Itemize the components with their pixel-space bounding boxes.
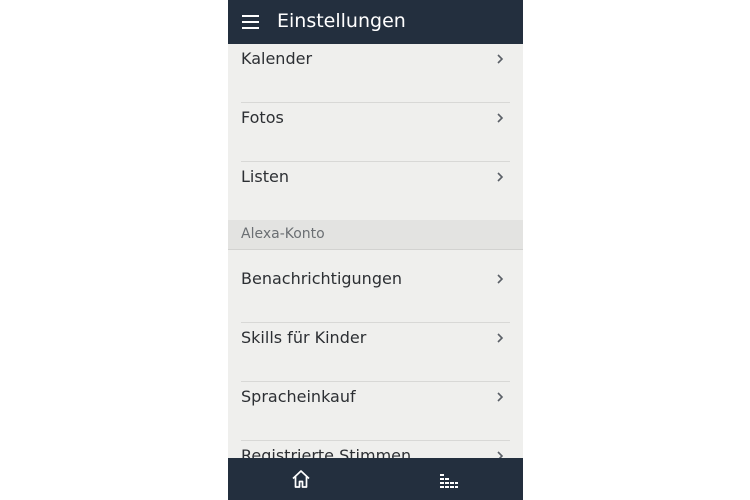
- chevron-right-icon: [497, 451, 504, 458]
- settings-item-kalender[interactable]: Kalender: [228, 44, 523, 103]
- tab-home[interactable]: [286, 466, 316, 492]
- settings-item-spracheinkauf[interactable]: Spracheinkauf: [228, 382, 523, 441]
- hamburger-menu-icon[interactable]: [242, 15, 259, 29]
- settings-item-label: Listen: [241, 167, 289, 186]
- settings-list[interactable]: Kalender Fotos Listen Alexa-Konto Benach…: [228, 44, 523, 458]
- settings-item-registrierte-stimmen[interactable]: Registrierte Stimmen: [228, 441, 523, 458]
- settings-item-label: Skills für Kinder: [241, 328, 367, 347]
- app-header: Einstellungen: [228, 0, 523, 44]
- home-icon: [292, 470, 310, 488]
- settings-item-label: Fotos: [241, 108, 284, 127]
- settings-item-label: Spracheinkauf: [241, 387, 356, 406]
- chevron-right-icon: [497, 333, 504, 343]
- settings-item-label: Registrierte Stimmen: [241, 446, 412, 458]
- settings-item-skills-fuer-kinder[interactable]: Skills für Kinder: [228, 323, 523, 382]
- section-header-label: Alexa-Konto: [241, 226, 325, 242]
- chevron-right-icon: [497, 172, 504, 182]
- page-title: Einstellungen: [277, 10, 406, 32]
- tab-activity[interactable]: [434, 466, 464, 492]
- settings-item-label: Benachrichtigungen: [241, 269, 402, 288]
- bottom-navigation-bar: [228, 458, 523, 500]
- chevron-right-icon: [497, 392, 504, 402]
- chevron-right-icon: [497, 54, 504, 64]
- phone-screen: Einstellungen Kalender Fotos Listen Alex…: [228, 0, 523, 500]
- chevron-right-icon: [497, 113, 504, 123]
- settings-item-listen[interactable]: Listen: [228, 162, 523, 221]
- section-header-alexa-konto: Alexa-Konto: [228, 220, 523, 250]
- chevron-right-icon: [497, 274, 504, 284]
- settings-item-fotos[interactable]: Fotos: [228, 103, 523, 162]
- activity-bars-icon: [440, 474, 458, 488]
- settings-item-benachrichtigungen[interactable]: Benachrichtigungen: [228, 264, 523, 323]
- settings-item-label: Kalender: [241, 49, 313, 68]
